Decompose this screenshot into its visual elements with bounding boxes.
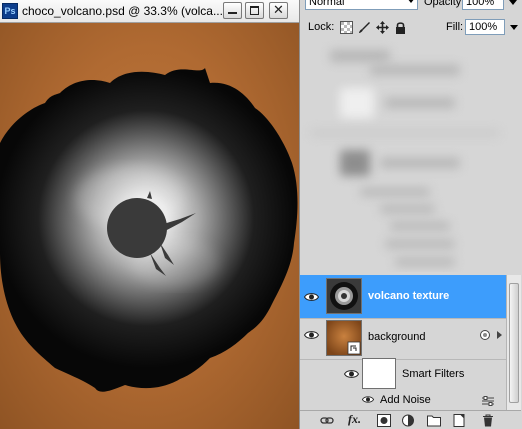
layer-name: background xyxy=(368,331,426,343)
photoshop-icon: Ps xyxy=(2,3,18,19)
layer-name: Add Noise xyxy=(380,394,431,406)
layers-scrollbar[interactable] xyxy=(506,275,521,410)
layer-thumbnail-background xyxy=(326,320,362,356)
maximize-button[interactable] xyxy=(245,2,264,19)
fill-field[interactable]: 100% xyxy=(465,19,505,35)
mask-icon[interactable] xyxy=(377,414,391,427)
eye-icon[interactable] xyxy=(304,330,319,340)
link-icon[interactable] xyxy=(320,414,334,427)
minimize-button[interactable] xyxy=(223,2,242,19)
image-canvas[interactable] xyxy=(0,23,299,429)
adjustment-icon[interactable] xyxy=(401,414,415,427)
blurred-layer-list xyxy=(300,40,521,272)
fx-icon[interactable]: fx. xyxy=(348,412,361,427)
smart-filter-mask-thumbnail xyxy=(362,358,396,389)
close-button[interactable]: ✕ xyxy=(269,2,288,19)
eye-icon[interactable] xyxy=(304,292,319,302)
new-layer-icon[interactable] xyxy=(452,414,466,427)
fill-label: Fill: xyxy=(446,21,464,33)
volcano-artwork xyxy=(0,68,298,392)
close-icon: ✕ xyxy=(273,3,284,18)
lock-transparency-icon[interactable] xyxy=(340,21,353,34)
lock-position-move-icon[interactable] xyxy=(376,21,389,34)
trash-icon[interactable] xyxy=(481,414,495,427)
layer-row-background[interactable]: background xyxy=(300,318,506,360)
layers-bottom-toolbar: fx. xyxy=(300,410,521,429)
opacity-dropdown-icon[interactable] xyxy=(509,0,517,5)
chevron-down-icon xyxy=(407,0,415,3)
layer-name: Smart Filters xyxy=(402,368,465,380)
fill-dropdown-icon[interactable] xyxy=(510,25,518,30)
layer-row-add-noise[interactable]: Add Noise xyxy=(300,392,506,409)
opacity-field[interactable]: 100% xyxy=(462,0,504,10)
lock-pixels-brush-icon[interactable] xyxy=(358,21,371,34)
eye-icon[interactable] xyxy=(344,369,359,379)
scrollbar-thumb[interactable] xyxy=(509,283,519,403)
blend-mode-select[interactable]: Normal xyxy=(305,0,418,10)
document-title: choco_volcano.psd @ 33.3% (volca... xyxy=(22,4,223,18)
eye-icon[interactable] xyxy=(362,395,374,404)
layer-thumbnail-volcano xyxy=(326,278,362,314)
expand-triangle-icon[interactable] xyxy=(495,331,503,339)
layer-name: volcano texture xyxy=(368,290,450,302)
lock-all-icon[interactable] xyxy=(394,21,407,34)
lock-row: Lock: Fill: 100% xyxy=(300,17,522,39)
folder-icon[interactable] xyxy=(427,414,441,427)
filter-blending-options-icon[interactable] xyxy=(481,396,495,406)
layers-panel: Normal Opacity: 100% Lock: Fill: 100% vo… xyxy=(299,0,522,429)
document-title-bar[interactable]: Ps choco_volcano.psd @ 33.3% (volca... ✕ xyxy=(0,0,299,23)
blend-mode-value: Normal xyxy=(309,0,345,8)
opacity-label: Opacity: xyxy=(424,0,465,8)
document-window: Ps choco_volcano.psd @ 33.3% (volca... ✕ xyxy=(0,0,299,429)
layer-row-volcano-texture[interactable]: volcano texture xyxy=(300,275,506,319)
layer-row-smart-filters[interactable]: Smart Filters xyxy=(300,358,506,390)
smart-object-filter-icon xyxy=(480,330,490,340)
lock-label: Lock: xyxy=(308,21,335,33)
